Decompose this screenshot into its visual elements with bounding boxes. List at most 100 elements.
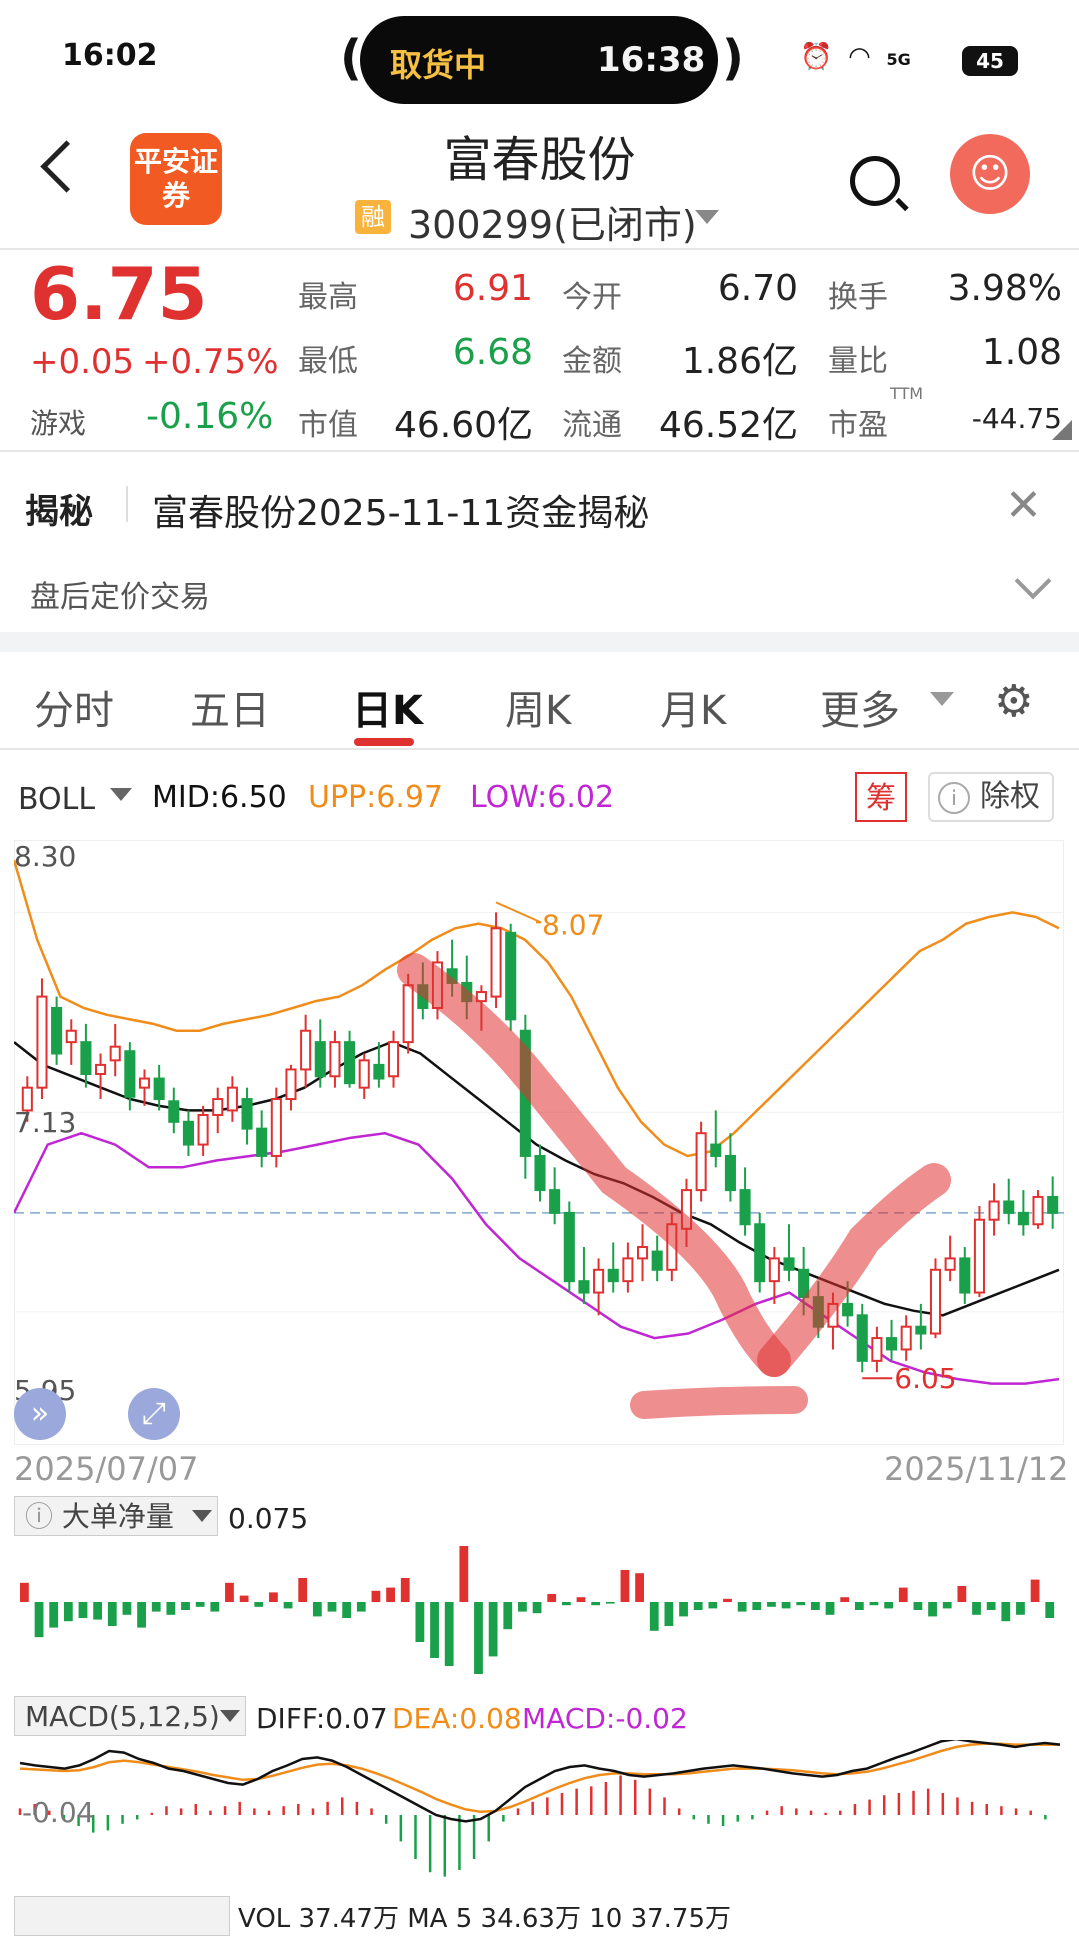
tab-more[interactable]: 更多 [820, 678, 900, 736]
candle-body [915, 1325, 927, 1335]
fast-forward-icon[interactable]: » [14, 1388, 66, 1440]
quote-value: -44.75 [971, 402, 1062, 435]
divider [126, 486, 128, 522]
big-order-bar [459, 1546, 469, 1602]
big-order-bar [664, 1602, 674, 1626]
big-order-bar [723, 1598, 732, 1602]
big-order-selector[interactable]: ⓘ 大单净量 [14, 1496, 218, 1536]
big-order-bar [312, 1602, 322, 1617]
kline-chart[interactable]: 8.07 6.05 [14, 840, 1064, 1445]
big-order-bar [781, 1602, 791, 1609]
price-change-pct: +0.75% [142, 342, 279, 382]
chevron-down-icon[interactable] [192, 1510, 212, 1522]
big-order-bar [239, 1595, 249, 1602]
tab-daily-k[interactable]: 日K [352, 678, 423, 736]
big-order-bar [605, 1602, 615, 1604]
tab-monthly-k[interactable]: 月K [660, 678, 726, 736]
big-order-bar [63, 1602, 73, 1622]
sector-name[interactable]: 游戏 [30, 402, 86, 442]
big-order-bar [928, 1602, 937, 1617]
chip-button[interactable]: 筹 [855, 772, 907, 822]
indicator-selector[interactable]: BOLL [18, 782, 95, 817]
assistant-avatar-icon[interactable]: ☺ [950, 134, 1030, 214]
chevron-down-icon[interactable] [930, 692, 954, 706]
big-order-bar [518, 1602, 527, 1612]
y-axis-max-label: 8.30 [14, 840, 77, 873]
start-date: 2025/07/07 [14, 1450, 199, 1488]
candle-body [505, 931, 517, 1021]
quote-value: 6.91 [452, 268, 533, 309]
info-icon: ⓘ [25, 1500, 62, 1533]
big-order-bar [342, 1602, 352, 1618]
boll-upp: UPP:6.97 [308, 780, 444, 815]
big-order-bar [591, 1602, 601, 1606]
stock-name: 富春股份 [443, 132, 636, 188]
macd-dea: DEA:0.08 [392, 1702, 522, 1735]
candle-body [1032, 1195, 1044, 1226]
after-hours-trading[interactable]: 盘后定价交易 [30, 572, 210, 616]
macd-axis-label: -0.04 [22, 1796, 95, 1829]
big-order-bar [356, 1602, 366, 1612]
chevron-down-icon[interactable] [695, 210, 719, 224]
candle-body [754, 1223, 766, 1283]
candle-body [300, 1029, 312, 1071]
big-order-bar [884, 1602, 894, 1609]
divider [0, 248, 1079, 250]
quote-label: 最低 [298, 344, 358, 379]
candle-body [358, 1059, 370, 1089]
candle-body [373, 1063, 385, 1080]
search-icon[interactable] [850, 156, 900, 206]
candle-body [95, 1063, 107, 1075]
big-order-bar [93, 1602, 103, 1620]
chevron-down-icon[interactable] [220, 1710, 240, 1722]
quote-label: 最高 [298, 280, 358, 315]
margin-badge: 融 [355, 200, 391, 234]
big-order-bar [1030, 1579, 1040, 1602]
big-order-bar [20, 1582, 29, 1602]
end-date: 2025/11/12 [884, 1450, 1069, 1488]
candle-body [124, 1050, 136, 1098]
candle-body [241, 1098, 253, 1130]
big-order-bar [752, 1602, 762, 1610]
candle-body [988, 1200, 1000, 1221]
candle-body [51, 1006, 63, 1055]
quote-label: 今开 [562, 280, 622, 315]
big-order-bar [1016, 1602, 1025, 1615]
big-order-bar [444, 1602, 454, 1666]
big-order-bar [474, 1602, 483, 1674]
stock-code-selector[interactable]: 300299(已闭市) [408, 194, 697, 249]
tab-five-day[interactable]: 五日 [190, 678, 270, 736]
gear-icon[interactable]: ⚙ [994, 676, 1033, 727]
expand-corner-icon[interactable] [1052, 420, 1072, 440]
candle-body [959, 1257, 971, 1294]
alarm-icon: ⏰ [800, 42, 833, 72]
candle-body [636, 1246, 649, 1260]
macd-selector[interactable]: MACD(5,12,5) [14, 1696, 246, 1736]
big-order-bar [737, 1602, 747, 1612]
candle-body [973, 1218, 985, 1294]
vol-selector[interactable] [14, 1896, 230, 1936]
big-order-bar [210, 1602, 220, 1612]
fullscreen-icon[interactable]: ⤢ [128, 1388, 180, 1440]
candle-body [622, 1257, 634, 1283]
quote-value: 1.08 [981, 332, 1062, 373]
close-icon[interactable]: ✕ [1005, 480, 1042, 531]
divider [0, 748, 1079, 750]
big-order-value: 0.075 [228, 1502, 309, 1535]
tab-intraday[interactable]: 分时 [34, 678, 114, 736]
boll-mid: MID:6.50 [152, 780, 287, 815]
chevron-down-icon[interactable] [1014, 562, 1052, 600]
big-order-bar [400, 1578, 410, 1602]
big-order-bar [869, 1602, 879, 1606]
macd-chart[interactable] [14, 1740, 1064, 1890]
vol-summary: VOL 37.47万 MA 5 34.63万 10 37.75万 [238, 1904, 732, 1934]
big-order-chart[interactable] [14, 1540, 1064, 1690]
news-headline[interactable]: 富春股份2025-11-11资金揭秘 [152, 484, 649, 536]
tab-weekly-k[interactable]: 周K [505, 678, 571, 736]
chevron-down-icon[interactable] [110, 788, 132, 801]
candle-body [387, 1041, 400, 1078]
big-order-bar [898, 1587, 908, 1602]
candle-body [153, 1077, 165, 1101]
candle-body [842, 1302, 854, 1317]
big-order-bar [825, 1602, 835, 1615]
